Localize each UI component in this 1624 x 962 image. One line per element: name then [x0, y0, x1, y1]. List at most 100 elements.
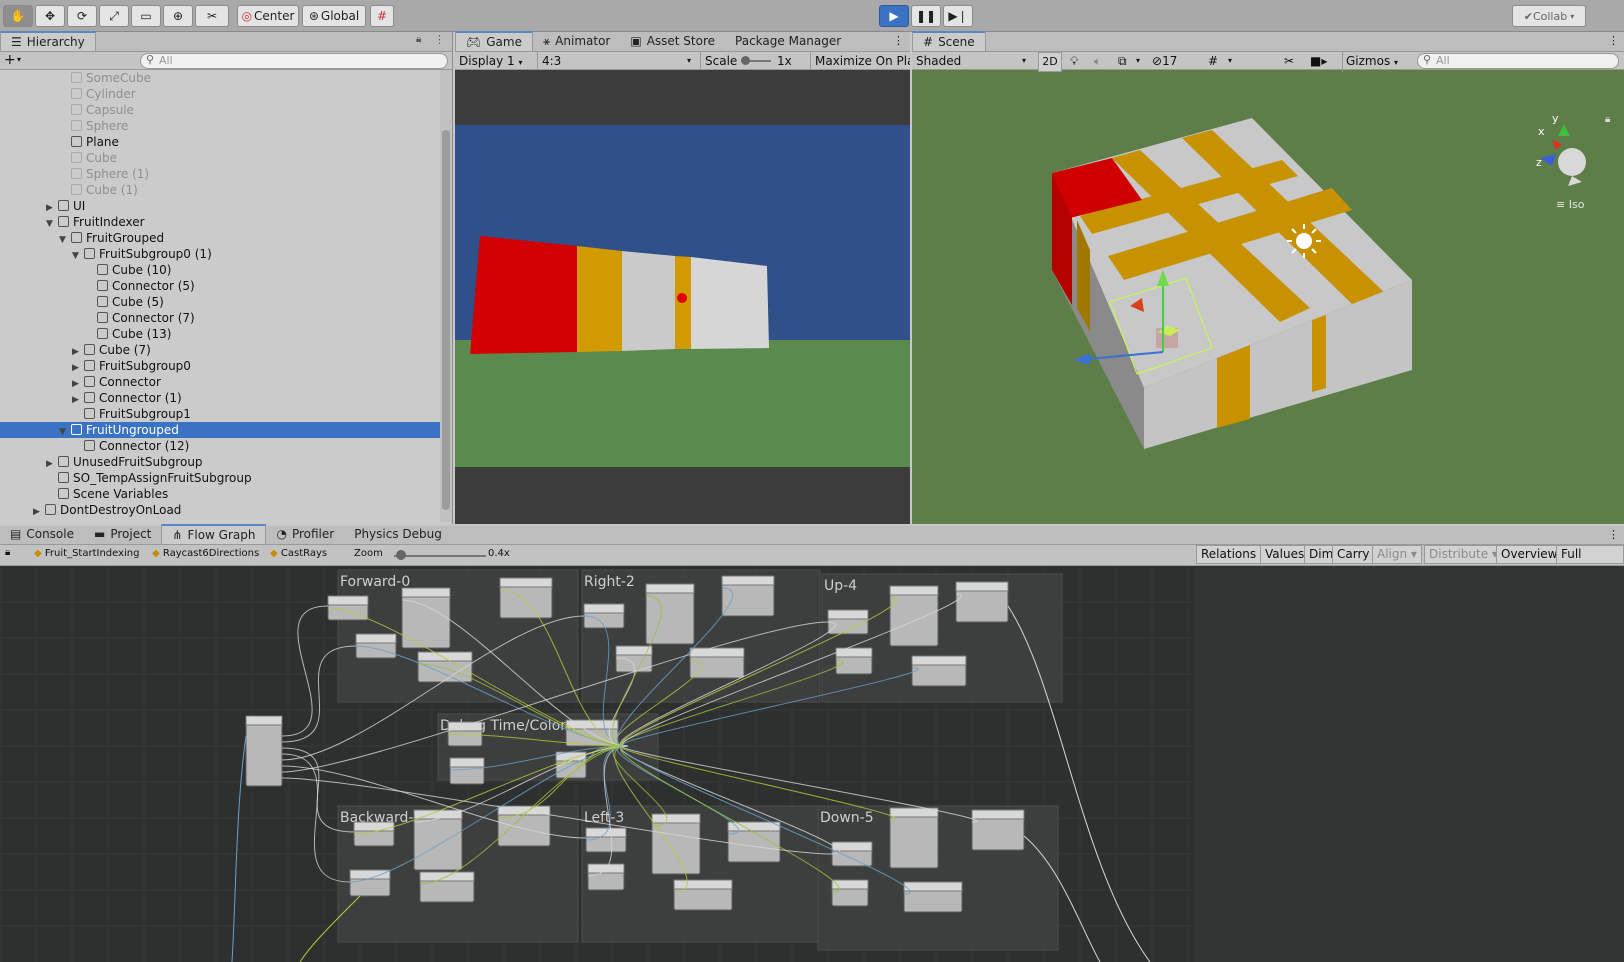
custom-tool-button[interactable]: ✂	[195, 5, 229, 27]
hierarchy-row[interactable]: FruitSubgroup1	[0, 406, 440, 422]
hierarchy-row[interactable]: Connector (7)	[0, 310, 440, 326]
tab-console[interactable]: ▤ Console	[0, 524, 84, 544]
gizmo-z-arrow[interactable]	[1074, 353, 1090, 365]
light-icon[interactable]	[1296, 233, 1312, 249]
rotate-tool-button[interactable]: ⟳	[67, 5, 97, 27]
chevron-down-icon[interactable]: ▾	[17, 55, 21, 64]
flow-graph-canvas[interactable]: Forward-0 Right-2 Up-4 Debug Time/Color Back…	[0, 566, 1195, 962]
hierarchy-row[interactable]: Sphere (1)	[0, 166, 440, 182]
orientation-gizmo[interactable]	[1540, 124, 1586, 186]
scale-slider[interactable]: Scale 1x	[700, 52, 808, 70]
scrollbar-thumb[interactable]	[442, 130, 450, 510]
graph-toolbar-button[interactable]: Align ▾	[1372, 545, 1422, 564]
hierarchy-row[interactable]: ▼ FruitUngrouped	[0, 422, 440, 438]
panel-menu-icon[interactable]: ⋮	[1608, 528, 1619, 541]
hierarchy-row[interactable]: SomeCube	[0, 70, 440, 86]
hierarchy-row[interactable]: ▶ DontDestroyOnLoad	[0, 502, 440, 518]
hierarchy-row[interactable]: ▼ FruitIndexer	[0, 214, 440, 230]
hierarchy-row[interactable]: Sphere	[0, 118, 440, 134]
rect-tool-button[interactable]: ▭	[131, 5, 161, 27]
hierarchy-row[interactable]: Capsule	[0, 102, 440, 118]
grid-toggle-icon[interactable]: #	[1208, 52, 1218, 70]
audio-icon[interactable]: 🔈︎	[1094, 52, 1101, 70]
transform-tool-button[interactable]: ⊕	[163, 5, 193, 27]
tab-scene[interactable]: # Scene	[912, 31, 986, 51]
chevron-down-icon[interactable]: ▾	[1228, 52, 1232, 70]
scene-viewport[interactable]: y x z 🔒︎ ≡ Iso	[912, 70, 1624, 524]
aspect-dropdown[interactable]: 4:3 ▾	[537, 52, 697, 70]
step-button[interactable]: ▶❘	[943, 5, 973, 27]
lock-icon[interactable]: 🔒︎	[416, 34, 421, 45]
scale-tool-button[interactable]: ⤢	[99, 5, 129, 27]
panel-menu-icon[interactable]: ⋮	[893, 34, 904, 47]
hierarchy-scrollbar[interactable]	[440, 70, 452, 522]
hierarchy-row[interactable]: ▶ UI	[0, 198, 440, 214]
graph-toolbar-button[interactable]: Distribute ▾	[1424, 545, 1503, 564]
tab-flow-graph[interactable]: ⋔ Flow Graph	[161, 524, 267, 544]
hierarchy-row[interactable]: Cube (13)	[0, 326, 440, 342]
gizmos-dropdown[interactable]: Gizmos ▾	[1342, 52, 1404, 72]
hierarchy-row[interactable]: Cylinder	[0, 86, 440, 102]
tab-game[interactable]: 🎮︎ Game	[455, 31, 533, 51]
projection-label[interactable]: ≡ Iso	[1556, 198, 1585, 211]
tab-hierarchy[interactable]: ☰ Hierarchy	[0, 31, 96, 51]
hierarchy-row[interactable]: ▶ Connector	[0, 374, 440, 390]
graph-toolbar-button[interactable]: Carry	[1332, 545, 1375, 564]
effects-icon[interactable]: ⧉	[1118, 52, 1127, 70]
tab-animator[interactable]: ⚹ Animator	[533, 31, 620, 51]
lock-icon[interactable]: 🔒︎	[5, 547, 10, 558]
lighting-icon[interactable]: 💡︎	[1070, 52, 1078, 70]
pivot-toggle[interactable]: ◎ Center	[237, 5, 299, 27]
graph-toolbar-button[interactable]: Overview	[1496, 545, 1563, 564]
panel-menu-icon[interactable]: ⋮	[434, 33, 445, 46]
tab-profiler[interactable]: ◔ Profiler	[266, 524, 344, 544]
zoom-thumb[interactable]	[396, 550, 406, 560]
tab-asset-store[interactable]: ▣ Asset Store	[620, 31, 725, 51]
chevron-down-icon[interactable]: ▾	[1136, 52, 1140, 70]
hierarchy-row[interactable]: Cube (5)	[0, 294, 440, 310]
hidden-objects-toggle[interactable]: ⊘17	[1152, 52, 1177, 70]
snap-button[interactable]: #	[370, 5, 394, 27]
hierarchy-row[interactable]: Connector (5)	[0, 278, 440, 294]
hierarchy-row[interactable]: Connector (12)	[0, 438, 440, 454]
hierarchy-row[interactable]: ▶ Connector (1)	[0, 390, 440, 406]
hierarchy-row[interactable]: SO_TempAssignFruitSubgroup	[0, 470, 440, 486]
move-tool-button[interactable]: ✥	[35, 5, 65, 27]
play-button[interactable]: ▶	[879, 5, 909, 27]
scene-search[interactable]: All	[1417, 53, 1619, 69]
hierarchy-row[interactable]: Cube	[0, 150, 440, 166]
hierarchy-row[interactable]: Plane	[0, 134, 440, 150]
hierarchy-search[interactable]: All	[140, 53, 448, 69]
graph-toolbar-button[interactable]: Values	[1260, 545, 1310, 564]
breadcrumb-item-1[interactable]: ◆ Raycast6Directions	[152, 548, 259, 559]
hand-tool-button[interactable]: ✋	[3, 5, 33, 27]
add-button[interactable]: +	[4, 52, 16, 68]
hierarchy-row[interactable]: ▶ Cube (7)	[0, 342, 440, 358]
panel-menu-icon[interactable]: ⋮	[1608, 34, 1619, 47]
hierarchy-row[interactable]: ▼ FruitSubgroup0 (1)	[0, 246, 440, 262]
display-dropdown[interactable]: Display 1 ▾	[459, 52, 534, 72]
hierarchy-row[interactable]: ▼ FruitGrouped	[0, 230, 440, 246]
collab-dropdown[interactable]: ✔ Collab ▾	[1512, 5, 1586, 27]
hierarchy-row[interactable]: Scene Variables	[0, 486, 440, 502]
scale-thumb[interactable]	[741, 56, 750, 65]
shading-dropdown[interactable]: Shaded ▾	[916, 52, 1030, 70]
game-viewport[interactable]	[455, 70, 910, 524]
hierarchy-row[interactable]: ▶ FruitSubgroup0	[0, 358, 440, 374]
hierarchy-row[interactable]: Cube (10)	[0, 262, 440, 278]
camera-icon[interactable]: ■▸	[1310, 52, 1327, 70]
tab-physics-debug[interactable]: Physics Debug	[344, 524, 452, 544]
graph-toolbar-button[interactable]: Full Screen	[1556, 545, 1624, 578]
tab-project[interactable]: ▬ Project	[84, 524, 161, 544]
breadcrumb-item-2[interactable]: ◆ CastRays	[270, 548, 327, 559]
caret-right-icon[interactable]: ▶	[33, 504, 45, 520]
hierarchy-row[interactable]: Cube (1)	[0, 182, 440, 198]
breadcrumb-item-0[interactable]: ◆ Fruit_StartIndexing	[34, 548, 140, 559]
tools-icon[interactable]: ✂	[1284, 52, 1294, 70]
space-toggle[interactable]: ⊛ Global	[302, 5, 366, 27]
lock-icon[interactable]: 🔒︎	[1605, 114, 1610, 125]
maximize-toggle[interactable]: Maximize On Pla	[810, 52, 910, 70]
tab-package-manager[interactable]: Package Manager	[725, 31, 851, 51]
2d-toggle[interactable]: 2D	[1038, 52, 1062, 72]
graph-toolbar-button[interactable]: Relations	[1196, 545, 1262, 564]
